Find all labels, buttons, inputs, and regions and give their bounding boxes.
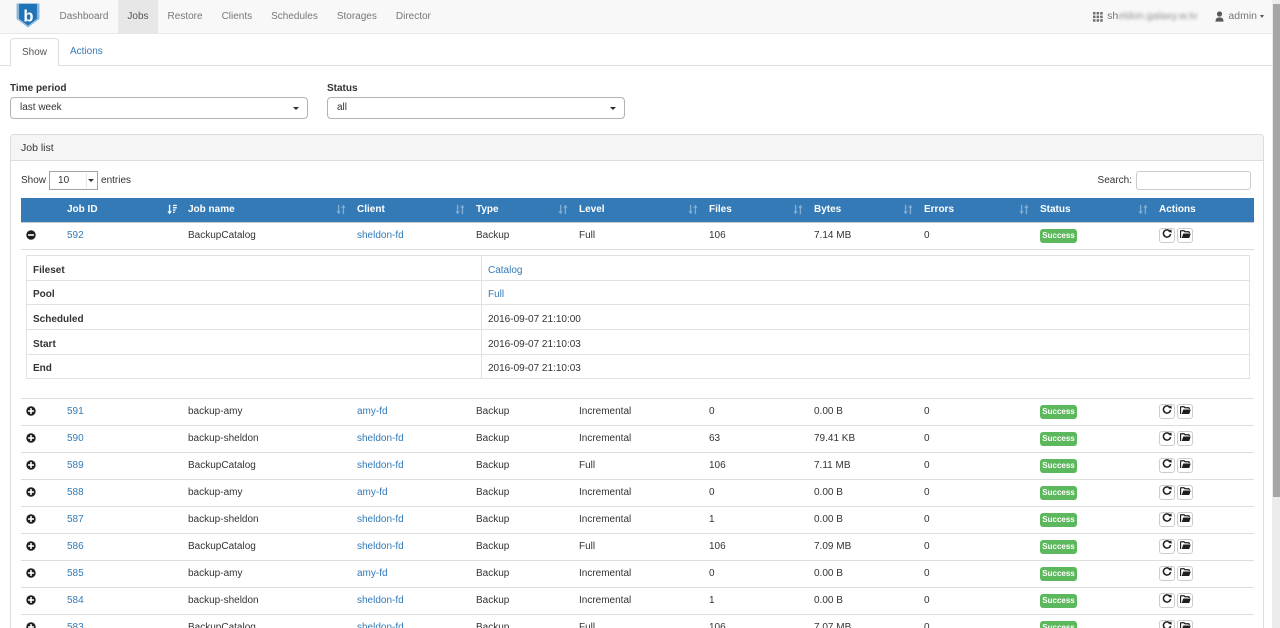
- svg-text:b: b: [23, 7, 33, 25]
